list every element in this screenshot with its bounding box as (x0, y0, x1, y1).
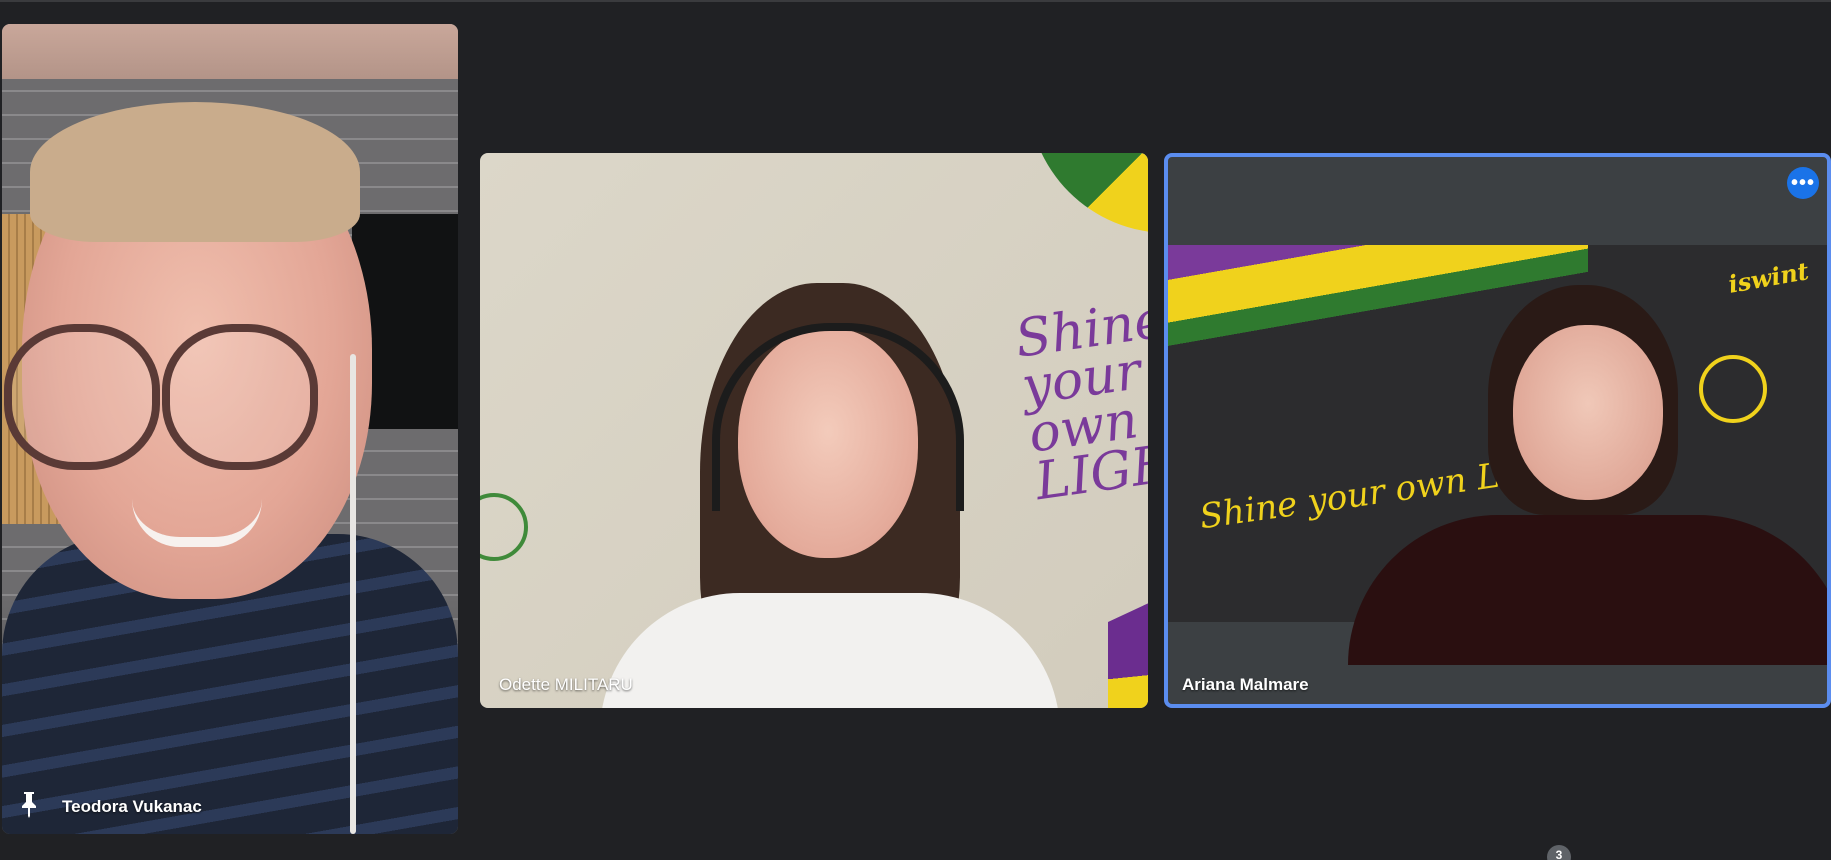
background-shine-text: Shine your own LIGHT (1011, 289, 1148, 513)
background-band-decoration (1028, 153, 1148, 233)
more-options-button[interactable]: ••• (1787, 167, 1819, 199)
participant-name: Teodora Vukanac (62, 797, 202, 816)
glasses-right-lens (162, 324, 318, 470)
pin-icon[interactable] (18, 790, 40, 818)
background-logo: iswint (1726, 256, 1811, 299)
background-band-decoration (1108, 594, 1148, 708)
earphone-cable (350, 354, 356, 834)
background-sun-doodle (1699, 355, 1767, 423)
more-options-icon: ••• (1790, 171, 1815, 194)
participant-video: Shine your own LIGHT (480, 153, 1148, 708)
participant-count-badge: 3 (1547, 845, 1571, 860)
participant-name: Odette MILITARU (499, 675, 633, 694)
participant-tile-odette[interactable]: Shine your own LIGHT Odette MILITARU (480, 153, 1148, 708)
glasses-left-lens (4, 324, 160, 470)
participant-tile-ariana[interactable]: iswint Shine your own LIGHT ••• Ariana M… (1164, 153, 1831, 708)
person-shirt (1348, 515, 1827, 665)
participant-video: iswint Shine your own LIGHT (1168, 245, 1827, 665)
meeting-stage: Teodora Vukanac Shine your own LIGHT Ode… (0, 0, 1831, 860)
participant-video (2, 24, 458, 834)
background-sun-doodle (480, 493, 528, 561)
person-hair (30, 102, 360, 242)
person-face (1513, 325, 1663, 500)
person-shirt (600, 593, 1060, 708)
participant-name: Ariana Malmare (1182, 675, 1309, 694)
participant-tile-teodora[interactable]: Teodora Vukanac (2, 24, 458, 834)
room-ceiling (2, 24, 458, 79)
